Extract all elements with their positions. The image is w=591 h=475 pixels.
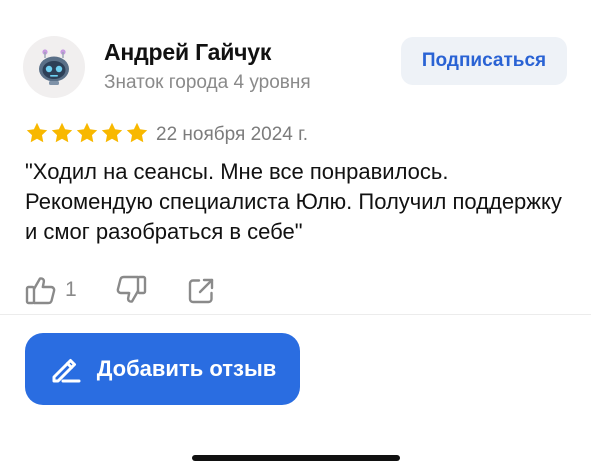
share-button[interactable]	[187, 277, 215, 310]
star-rating	[25, 121, 149, 145]
divider	[0, 314, 591, 315]
star-icon	[51, 122, 73, 143]
thumbs-up-icon	[25, 277, 56, 305]
star-icon	[101, 122, 123, 143]
author-name[interactable]: Андрей Гайчук	[104, 39, 271, 66]
subscribe-button[interactable]: Подписаться	[401, 37, 567, 85]
avatar[interactable]	[23, 36, 85, 98]
pencil-icon	[52, 359, 81, 383]
add-review-label: Добавить отзыв	[96, 356, 277, 381]
thumbs-down-icon	[116, 275, 147, 303]
star-icon	[126, 122, 148, 143]
dislike-button[interactable]	[115, 275, 147, 310]
star-icon	[76, 122, 98, 143]
robot-avatar-icon	[39, 49, 69, 85]
like-button[interactable]: 1	[25, 275, 77, 305]
star-icon	[26, 122, 48, 143]
review-date: 22 ноября 2024 г.	[156, 124, 308, 145]
add-review-button[interactable]: Добавить отзыв	[25, 333, 300, 405]
review-text: "Ходил на сеансы. Мне все понравилось. Р…	[25, 159, 562, 244]
share-icon	[188, 278, 214, 304]
like-count: 1	[65, 278, 77, 301]
home-indicator[interactable]	[192, 455, 400, 461]
review-card: Андрей Гайчук Знаток города 4 уровня Под…	[0, 0, 591, 475]
author-level: Знаток города 4 уровня	[104, 72, 311, 93]
